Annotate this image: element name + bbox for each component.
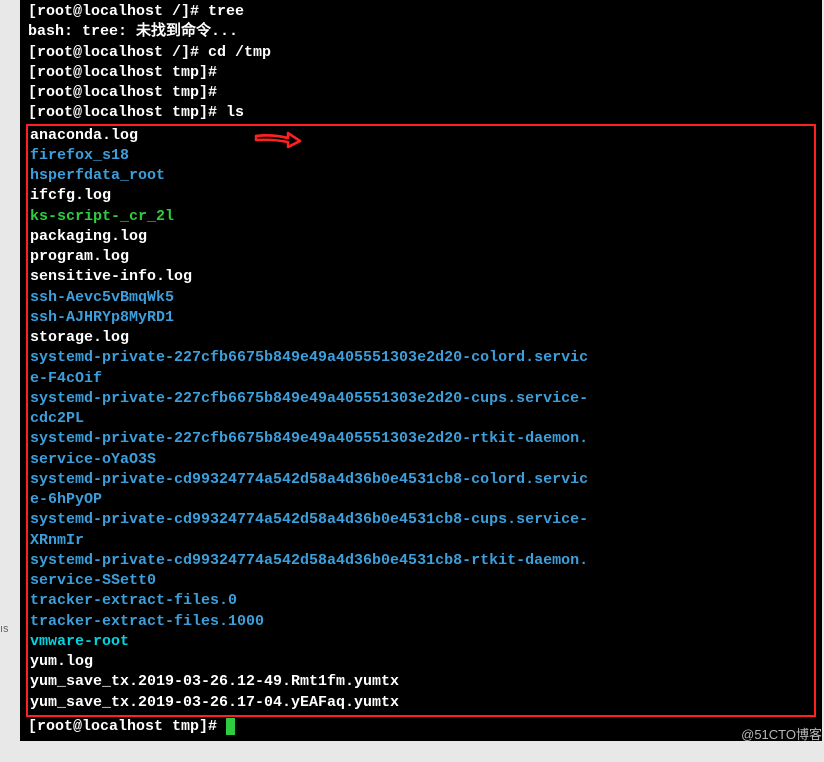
terminal-line: firefox_s18 (30, 146, 812, 166)
terminal-text: packaging.log (30, 228, 147, 245)
terminal-text: systemd-private-227cfb6675b849e49a405551… (30, 390, 588, 407)
terminal-text: yum_save_tx.2019-03-26.17-04.yEAFaq.yumt… (30, 694, 399, 711)
prompt-text: [root@localhost tmp]# (28, 718, 226, 735)
terminal-line: service-oYaO3S (30, 450, 812, 470)
terminal-text: bash: tree: 未找到命令... (28, 23, 238, 40)
terminal-text: yum.log (30, 653, 93, 670)
terminal-line: sensitive-info.log (30, 267, 812, 287)
terminal-text: ks-script-_cr_2l (30, 208, 174, 225)
terminal-text: [root@localhost /]# tree (28, 3, 244, 20)
terminal-text: ssh-Aevc5vBmqWk5 (30, 289, 174, 306)
terminal-line: storage.log (30, 328, 812, 348)
terminal-line: systemd-private-227cfb6675b849e49a405551… (30, 348, 812, 368)
terminal-text: [root@localhost /]# cd /tmp (28, 44, 271, 61)
terminal-text: hsperfdata_root (30, 167, 165, 184)
terminal-text: [root@localhost tmp]# (28, 64, 217, 81)
terminal-line: tracker-extract-files.0 (30, 591, 812, 611)
terminal-text: anaconda.log (30, 127, 138, 144)
terminal-line: ks-script-_cr_2l (30, 207, 812, 227)
terminal-line: hsperfdata_root (30, 166, 812, 186)
terminal-line: systemd-private-227cfb6675b849e49a405551… (30, 429, 812, 449)
terminal-line: [root@localhost /]# cd /tmp (28, 43, 814, 63)
terminal-line: yum.log (30, 652, 812, 672)
red-highlight-box: anaconda.log firefox_s18 hsperfdata_rootif… (26, 124, 816, 717)
terminal-text: [root@localhost tmp]# (28, 84, 217, 101)
cursor (226, 718, 235, 735)
terminal-line: [root@localhost tmp]# ls (28, 103, 814, 123)
terminal-line: anaconda.log (30, 126, 812, 146)
terminal-text: e-F4cOif (30, 370, 102, 387)
terminal-line: ssh-Aevc5vBmqWk5 (30, 288, 812, 308)
terminal-line: tracker-extract-files.1000 (30, 612, 812, 632)
terminal-text: yum_save_tx.2019-03-26.12-49.Rmt1fm.yumt… (30, 673, 399, 690)
terminal-line: systemd-private-cd99324774a542d58a4d36b0… (30, 470, 812, 490)
terminal[interactable]: [root@localhost /]# tree bash: tree: 未找到命… (20, 0, 822, 741)
terminal-text: cdc2PL (30, 410, 84, 427)
terminal-text: tracker-extract-files.0 (30, 592, 237, 609)
terminal-line: XRnmIr (30, 531, 812, 551)
terminal-text: storage.log (30, 329, 129, 346)
terminal-line: cdc2PL (30, 409, 812, 429)
terminal-text: vmware-root (30, 633, 129, 650)
terminal-text: e-6hPyOP (30, 491, 102, 508)
terminal-line: [root@localhost /]# tree (28, 2, 814, 22)
terminal-line: program.log (30, 247, 812, 267)
terminal-line: systemd-private-cd99324774a542d58a4d36b0… (30, 551, 812, 571)
terminal-output-pre: [root@localhost /]# tree bash: tree: 未找到命… (28, 2, 814, 124)
terminal-text: systemd-private-227cfb6675b849e49a405551… (30, 430, 588, 447)
terminal-line: e-F4cOif (30, 369, 812, 389)
terminal-text: XRnmIr (30, 532, 84, 549)
terminal-line: systemd-private-227cfb6675b849e49a405551… (30, 389, 812, 409)
terminal-text: sensitive-info.log (30, 268, 192, 285)
terminal-line: bash: tree: 未找到命令... (28, 22, 814, 42)
terminal-text: firefox_s18 (30, 147, 129, 164)
terminal-text: systemd-private-cd99324774a542d58a4d36b0… (30, 552, 588, 569)
terminal-line: [root@localhost tmp]# (28, 83, 814, 103)
current-prompt-line[interactable]: [root@localhost tmp]# (28, 717, 814, 737)
terminal-text: systemd-private-227cfb6675b849e49a405551… (30, 349, 588, 366)
terminal-line: [root@localhost tmp]# (28, 63, 814, 83)
watermark: @51CTO博客 (741, 726, 822, 744)
terminal-text: systemd-private-cd99324774a542d58a4d36b0… (30, 471, 588, 488)
terminal-line: vmware-root (30, 632, 812, 652)
truncated-side-label: ıs (0, 622, 18, 637)
terminal-line: service-SSett0 (30, 571, 812, 591)
terminal-line: yum_save_tx.2019-03-26.12-49.Rmt1fm.yumt… (30, 672, 812, 692)
terminal-line: ifcfg.log (30, 186, 812, 206)
terminal-line: packaging.log (30, 227, 812, 247)
ls-output: anaconda.log firefox_s18 hsperfdata_rootif… (30, 126, 812, 713)
terminal-line: yum_save_tx.2019-03-26.17-04.yEAFaq.yumt… (30, 693, 812, 713)
terminal-text: systemd-private-cd99324774a542d58a4d36b0… (30, 511, 588, 528)
terminal-text: service-oYaO3S (30, 451, 156, 468)
terminal-text: [root@localhost tmp]# ls (28, 104, 244, 121)
terminal-text: program.log (30, 248, 129, 265)
terminal-line: systemd-private-cd99324774a542d58a4d36b0… (30, 510, 812, 530)
terminal-line: ssh-AJHRYp8MyRD1 (30, 308, 812, 328)
terminal-text: ifcfg.log (30, 187, 111, 204)
terminal-text: ssh-AJHRYp8MyRD1 (30, 309, 174, 326)
terminal-line: e-6hPyOP (30, 490, 812, 510)
terminal-text: tracker-extract-files.1000 (30, 613, 264, 630)
terminal-text: service-SSett0 (30, 572, 156, 589)
